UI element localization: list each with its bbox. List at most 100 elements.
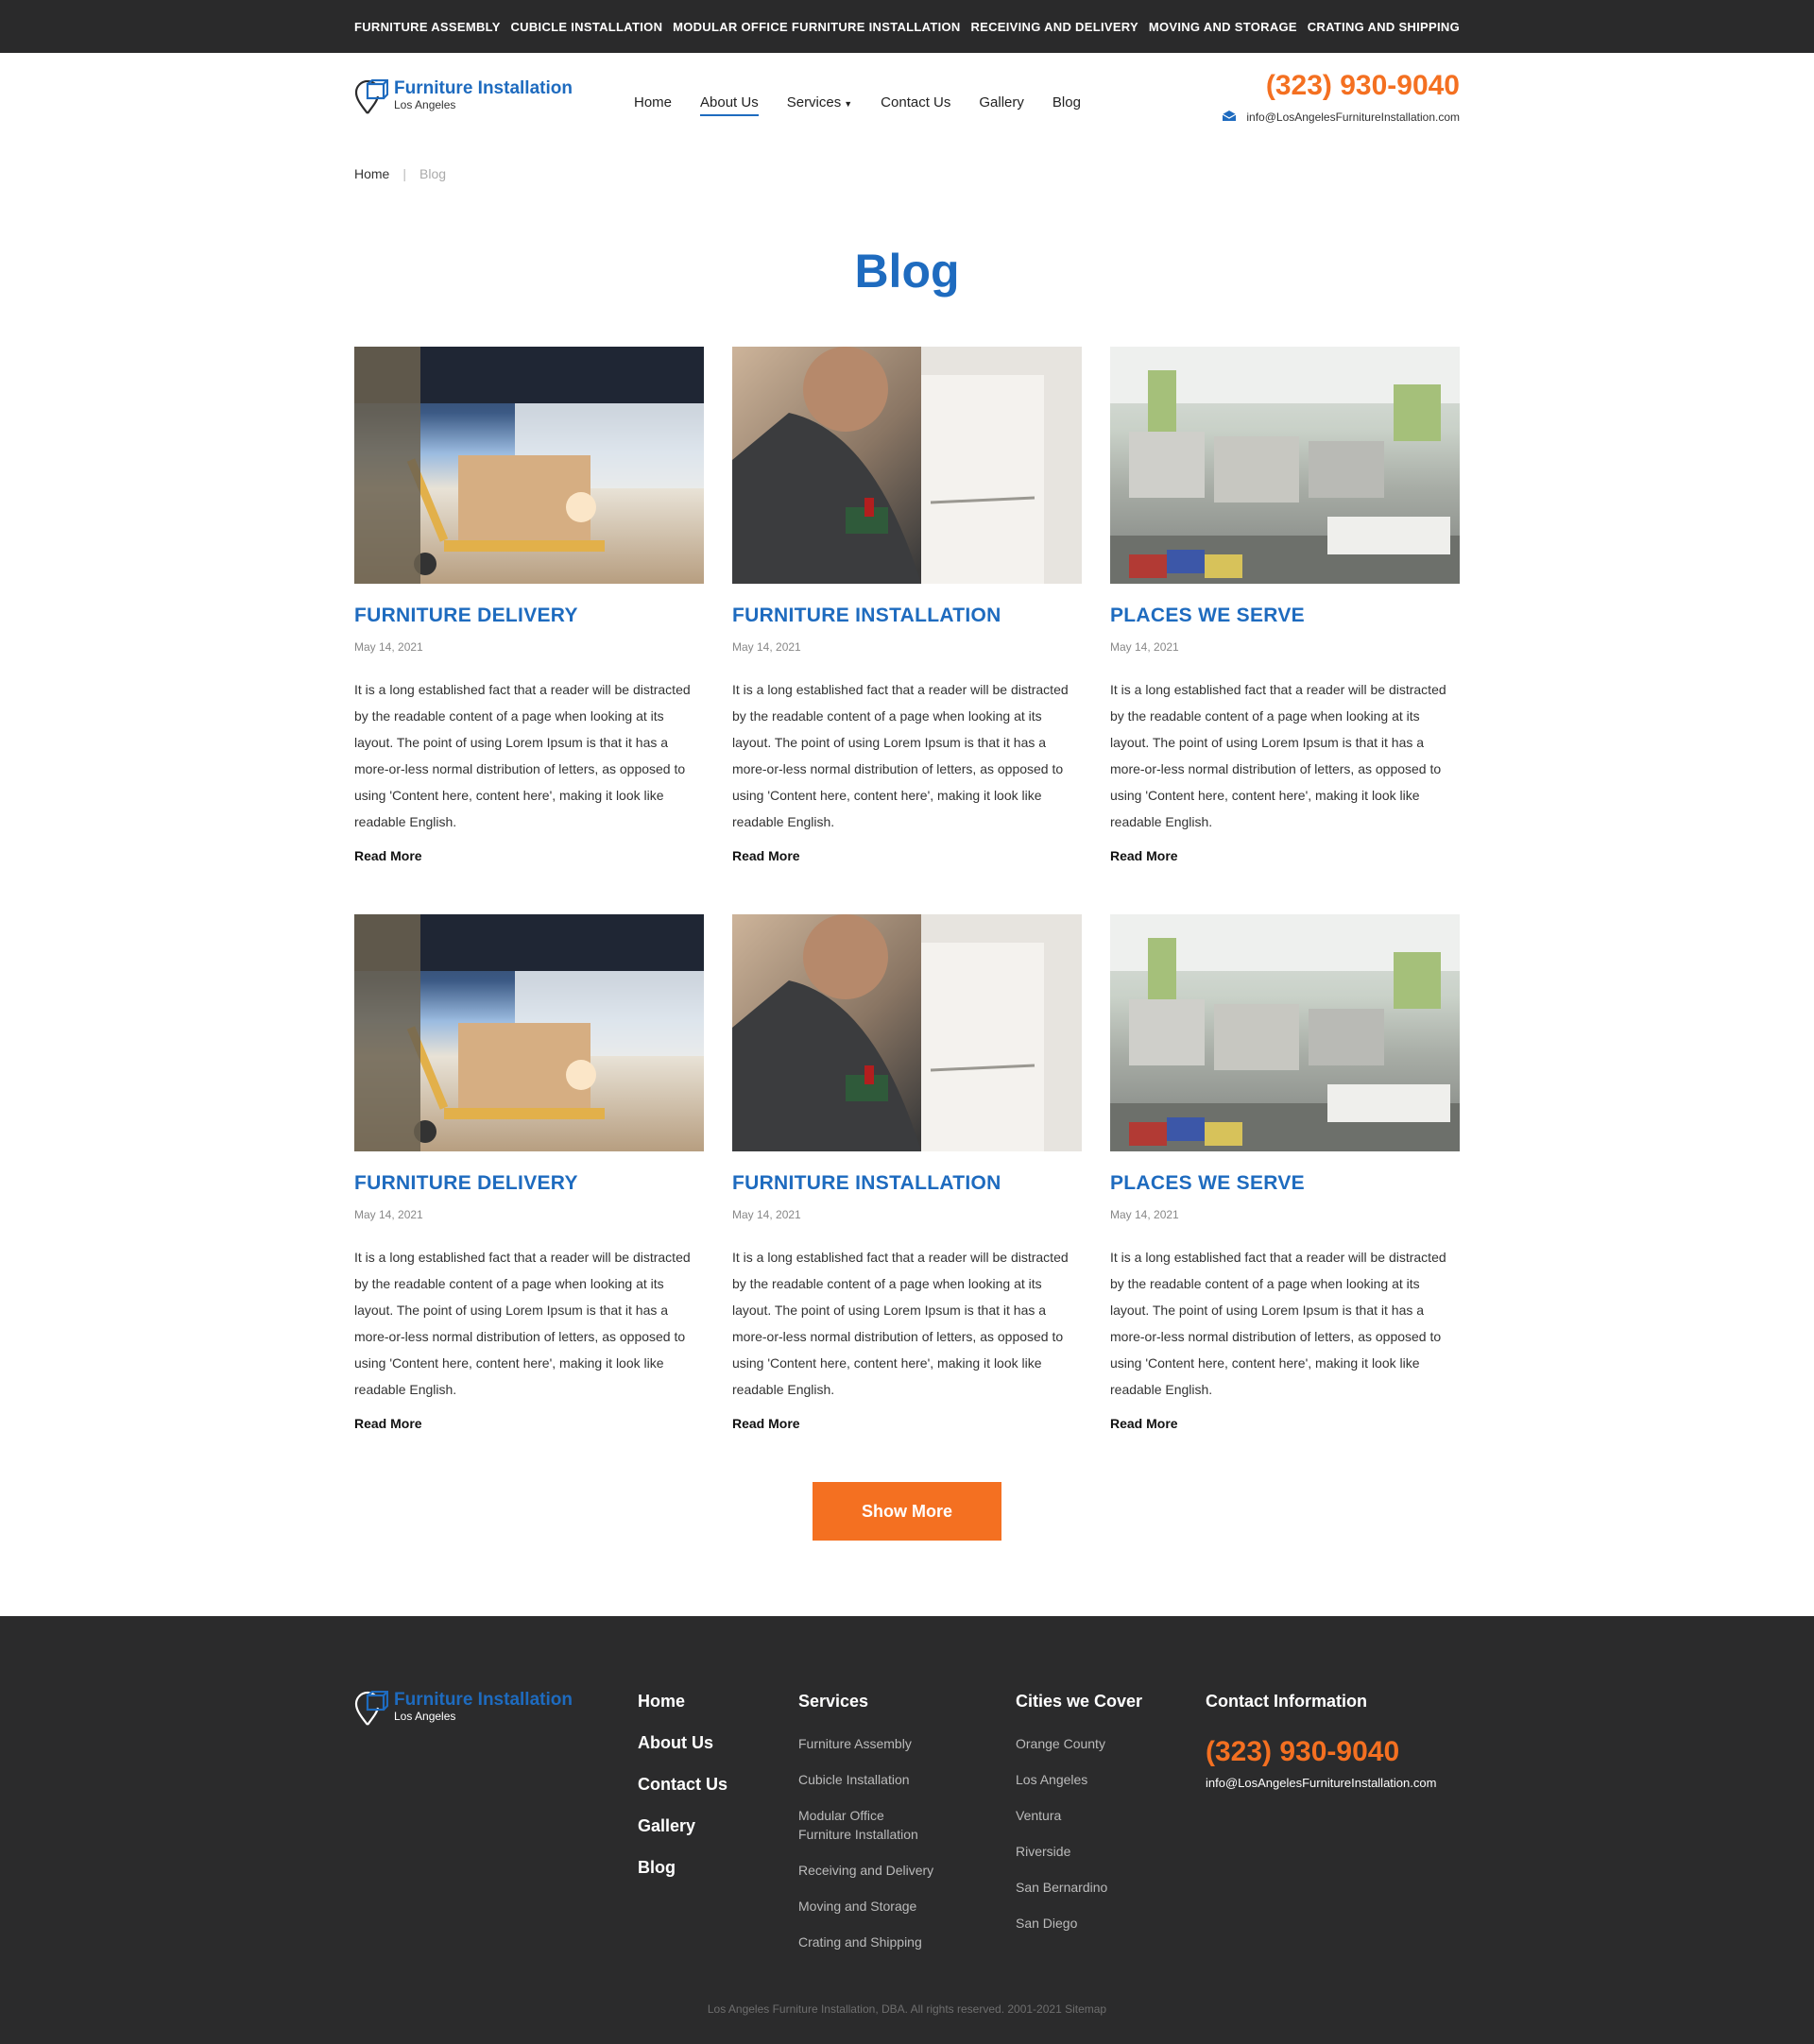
pallet-jack-truck-image[interactable] [354, 347, 704, 584]
footer-contact-heading: Contact Information [1206, 1692, 1367, 1711]
blog-card: FURNITURE DELIVERY May 14, 2021 It is a … [354, 347, 704, 865]
post-date: May 14, 2021 [1110, 1208, 1179, 1221]
site-logo[interactable]: Furniture Installation Los Angeles [354, 79, 573, 117]
post-excerpt: It is a long established fact that a rea… [1110, 1250, 1446, 1397]
show-more-button[interactable]: Show More [813, 1482, 1001, 1541]
post-excerpt: It is a long established fact that a rea… [354, 1250, 691, 1397]
location-pin-box-icon [354, 1690, 390, 1729]
footer-logo-title: Furniture Installation [394, 1690, 573, 1710]
read-more-link[interactable]: Read More [354, 848, 422, 863]
blog-card: PLACES WE SERVE May 14, 2021 It is a lon… [1110, 914, 1460, 1433]
site-header: Furniture Installation Los Angeles Home … [354, 53, 1460, 157]
post-title[interactable]: FURNITURE INSTALLATION [732, 605, 1082, 627]
footer-city-link[interactable]: Riverside [1016, 1842, 1142, 1861]
footer-link-about-us[interactable]: About Us [638, 1733, 727, 1753]
nav-blog[interactable]: Blog [1052, 94, 1081, 116]
office-cubicles-image[interactable] [1110, 914, 1460, 1151]
location-pin-box-icon [354, 78, 390, 117]
post-title[interactable]: PLACES WE SERVE [1110, 1172, 1460, 1195]
footer-service-link[interactable]: Moving and Storage [798, 1897, 968, 1916]
footer-service-link[interactable]: Modular Office Furniture Installation [798, 1806, 940, 1844]
read-more-link[interactable]: Read More [1110, 848, 1178, 863]
top-services-nav: FURNITURE ASSEMBLY CUBICLE INSTALLATION … [354, 0, 1460, 53]
nav-services-label: Services [786, 94, 842, 111]
post-title[interactable]: FURNITURE DELIVERY [354, 605, 704, 627]
mail-icon [1222, 110, 1237, 125]
breadcrumb: Home | Blog [354, 166, 446, 181]
breadcrumb-home[interactable]: Home [354, 166, 389, 181]
caret-down-icon: ▼ [844, 99, 853, 109]
footer-phone[interactable]: (323) 930-9040 [1206, 1736, 1436, 1768]
nav-gallery[interactable]: Gallery [979, 94, 1024, 116]
post-excerpt: It is a long established fact that a rea… [354, 682, 691, 829]
pallet-jack-truck-image[interactable] [354, 914, 704, 1151]
header-email[interactable]: info@LosAngelesFurnitureInstallation.com [1222, 110, 1460, 125]
top-services-bar: FURNITURE ASSEMBLY CUBICLE INSTALLATION … [0, 0, 1814, 53]
footer-email[interactable]: info@LosAngelesFurnitureInstallation.com [1206, 1776, 1436, 1790]
post-date: May 14, 2021 [1110, 640, 1179, 654]
nav-services[interactable]: Services ▼ [787, 94, 852, 116]
footer-link-blog[interactable]: Blog [638, 1858, 727, 1878]
footer-main-links: Home About Us Contact Us Gallery Blog [638, 1692, 727, 1899]
footer-logo[interactable]: Furniture Installation Los Angeles [354, 1691, 573, 1729]
footer-copyright: Los Angeles Furniture Installation, DBA.… [707, 2002, 1107, 2016]
logo-subtitle: Los Angeles [394, 98, 456, 111]
post-excerpt: It is a long established fact that a rea… [1110, 682, 1446, 829]
nav-contact-us[interactable]: Contact Us [881, 94, 950, 116]
read-more-link[interactable]: Read More [732, 848, 800, 863]
breadcrumb-current: Blog [419, 166, 447, 181]
footer-service-link[interactable]: Furniture Assembly [798, 1734, 968, 1753]
footer-contact: Contact Information (323) 930-9040 info@… [1206, 1692, 1436, 1790]
top-link-receiving-delivery[interactable]: RECEIVING AND DELIVERY [970, 20, 1138, 34]
post-date: May 14, 2021 [732, 640, 801, 654]
footer-service-link[interactable]: Cubicle Installation [798, 1770, 968, 1789]
footer-logo-subtitle: Los Angeles [394, 1710, 456, 1723]
footer-city-link[interactable]: San Bernardino [1016, 1878, 1142, 1897]
top-link-crating-shipping[interactable]: CRATING AND SHIPPING [1308, 20, 1460, 34]
post-date: May 14, 2021 [354, 1208, 423, 1221]
post-date: May 14, 2021 [732, 1208, 801, 1221]
blog-card: FURNITURE INSTALLATION May 14, 2021 It i… [732, 914, 1082, 1433]
header-phone[interactable]: (323) 930-9040 [1266, 70, 1460, 102]
nav-about-us[interactable]: About Us [700, 94, 759, 116]
footer-service-link[interactable]: Receiving and Delivery [798, 1861, 968, 1880]
read-more-link[interactable]: Read More [1110, 1416, 1178, 1431]
footer-city-link[interactable]: Ventura [1016, 1806, 1142, 1825]
footer-link-contact-us[interactable]: Contact Us [638, 1775, 727, 1795]
post-title[interactable]: PLACES WE SERVE [1110, 605, 1460, 627]
worker-drill-cabinet-image[interactable] [732, 914, 1082, 1151]
footer-cities-heading: Cities we Cover [1016, 1692, 1143, 1711]
top-link-cubicle-installation[interactable]: CUBICLE INSTALLATION [510, 20, 662, 34]
worker-drill-cabinet-image[interactable] [732, 347, 1082, 584]
top-link-furniture-assembly[interactable]: FURNITURE ASSEMBLY [354, 20, 501, 34]
top-link-moving-storage[interactable]: MOVING AND STORAGE [1149, 20, 1297, 34]
page-title: Blog [854, 245, 960, 298]
breadcrumb-separator: | [402, 166, 406, 181]
read-more-link[interactable]: Read More [732, 1416, 800, 1431]
post-title[interactable]: FURNITURE DELIVERY [354, 1172, 704, 1195]
post-excerpt: It is a long established fact that a rea… [732, 1250, 1069, 1397]
logo-title: Furniture Installation [394, 78, 573, 98]
blog-card: PLACES WE SERVE May 14, 2021 It is a lon… [1110, 347, 1460, 865]
footer-city-link[interactable]: Los Angeles [1016, 1770, 1142, 1789]
footer-service-link[interactable]: Crating and Shipping [798, 1933, 968, 1951]
office-cubicles-image[interactable] [1110, 347, 1460, 584]
read-more-link[interactable]: Read More [354, 1416, 422, 1431]
blog-card: FURNITURE INSTALLATION May 14, 2021 It i… [732, 347, 1082, 865]
site-footer: Furniture Installation Los Angeles Home … [0, 1616, 1814, 2044]
footer-services: Services Furniture Assembly Cubicle Inst… [798, 1692, 968, 1968]
nav-home[interactable]: Home [634, 94, 672, 116]
footer-services-heading: Services [798, 1692, 869, 1711]
footer-link-home[interactable]: Home [638, 1692, 727, 1712]
footer-city-link[interactable]: San Diego [1016, 1914, 1142, 1933]
main-nav: Home About Us Services ▼ Contact Us Galle… [634, 94, 1081, 116]
blog-card: FURNITURE DELIVERY May 14, 2021 It is a … [354, 914, 704, 1433]
footer-cities: Cities we Cover Orange County Los Angele… [1016, 1692, 1142, 1950]
footer-city-link[interactable]: Orange County [1016, 1734, 1142, 1753]
post-excerpt: It is a long established fact that a rea… [732, 682, 1069, 829]
footer-link-gallery[interactable]: Gallery [638, 1816, 727, 1836]
post-date: May 14, 2021 [354, 640, 423, 654]
top-link-modular-office[interactable]: MODULAR OFFICE FURNITURE INSTALLATION [673, 20, 961, 34]
post-title[interactable]: FURNITURE INSTALLATION [732, 1172, 1082, 1195]
header-email-text: info@LosAngelesFurnitureInstallation.com [1246, 111, 1460, 124]
